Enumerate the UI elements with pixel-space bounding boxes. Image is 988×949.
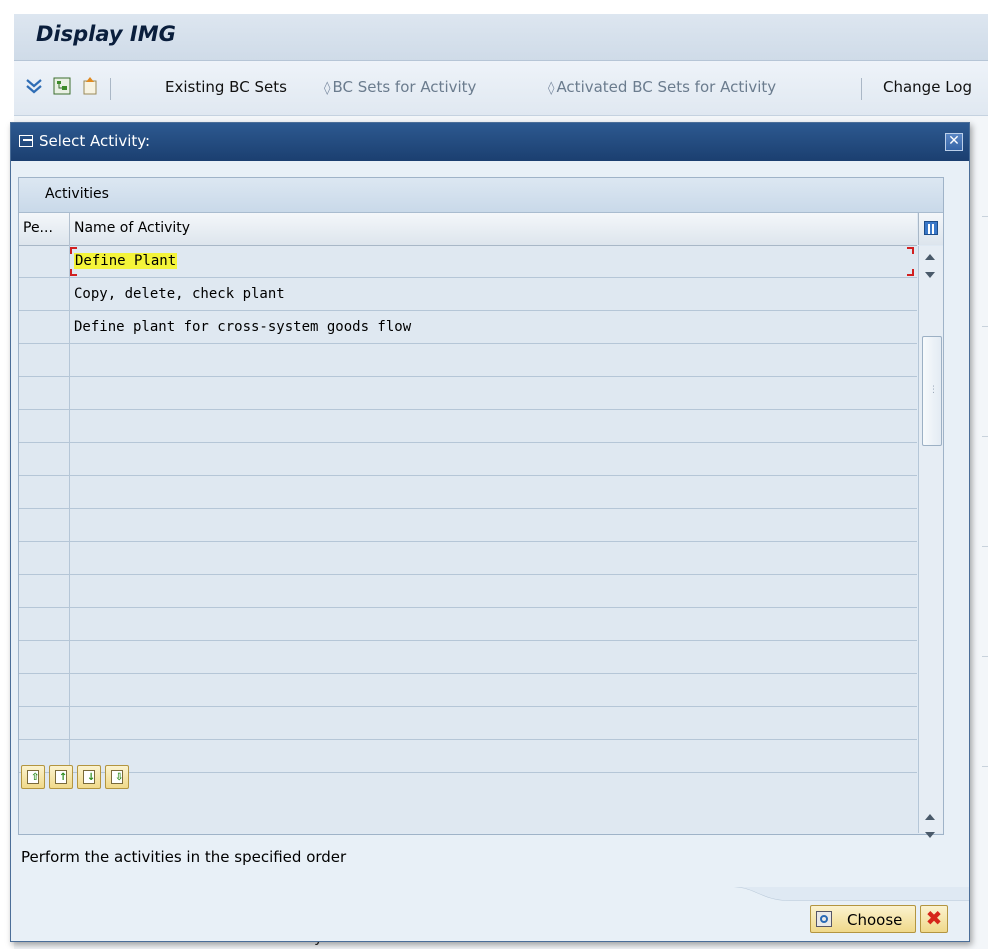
table-row[interactable]: Define Plant <box>19 245 917 278</box>
table-row[interactable]: Copy, delete, check plant <box>19 278 917 311</box>
selection-corner <box>70 269 77 276</box>
table-row-empty <box>19 575 917 608</box>
bc-sets-for-activity-label: BC Sets for Activity <box>332 78 477 96</box>
selection-corner <box>907 269 914 276</box>
last-page-button[interactable]: ⇩ <box>105 765 129 789</box>
activated-bc-sets-button[interactable]: ◊ Activated BC Sets for Activity <box>548 78 776 96</box>
activities-header: Activities <box>19 178 943 213</box>
subtree-icon[interactable] <box>52 76 72 96</box>
scroll-up-icon[interactable] <box>925 814 935 820</box>
table-header: Pe... Name of Activity <box>19 213 917 246</box>
table-row-empty <box>19 509 917 542</box>
choose-button[interactable]: Choose <box>810 905 916 933</box>
row-selector[interactable] <box>19 311 70 343</box>
hint-text: Perform the activities in the specified … <box>21 848 347 866</box>
bc-set-icon: ◊ <box>548 81 555 96</box>
table-row-empty <box>19 674 917 707</box>
change-log-button[interactable]: Change Log <box>883 78 972 96</box>
table-row-empty <box>19 608 917 641</box>
cancel-button[interactable]: ✖ <box>920 905 948 933</box>
document-icon[interactable] <box>80 76 100 96</box>
table-settings-icon <box>924 221 938 235</box>
scroll-down-icon[interactable] <box>925 272 935 278</box>
column-divider <box>69 213 70 245</box>
existing-bc-sets-button[interactable]: Existing BC Sets <box>165 78 287 96</box>
previous-page-button[interactable]: ↑ <box>49 765 73 789</box>
table-row[interactable]: Define plant for cross-system goods flow <box>19 311 917 344</box>
column-header-name[interactable]: Name of Activity <box>74 220 190 236</box>
table-row-empty <box>19 344 917 377</box>
first-page-icon: ⇧ <box>27 770 39 784</box>
dialog-icon <box>19 135 33 147</box>
next-page-button[interactable]: ↓ <box>77 765 101 789</box>
dialog-title: Select Activity: <box>39 132 151 150</box>
scroll-down-icon[interactable] <box>925 832 935 838</box>
activities-table: Pe... Name of Activity Define Plant Copy… <box>19 213 917 833</box>
table-row-empty <box>19 377 917 410</box>
previous-page-icon: ↑ <box>55 770 67 784</box>
selection-corner <box>70 247 77 254</box>
choose-label: Choose <box>847 911 903 929</box>
column-settings-button[interactable] <box>918 213 943 245</box>
scroll-up-icon[interactable] <box>925 254 935 260</box>
choose-icon <box>816 911 832 927</box>
title-bar: Display IMG <box>14 14 988 61</box>
toolbar-separator <box>861 78 862 100</box>
expand-all-icon[interactable] <box>24 76 44 96</box>
grip-icon: ⋮ <box>929 385 938 395</box>
last-page-icon: ⇩ <box>111 770 123 784</box>
select-activity-dialog: Select Activity: ✕ Activities Pe... Name… <box>10 122 970 942</box>
selection-corner <box>907 247 914 254</box>
close-button[interactable]: ✕ <box>945 133 963 151</box>
activities-header-label: Activities <box>45 186 109 202</box>
row-name[interactable]: Define Plant <box>74 253 178 269</box>
table-row-empty <box>19 410 917 443</box>
toolbar-separator <box>110 78 111 100</box>
table-row-empty <box>19 740 917 773</box>
next-page-icon: ↓ <box>83 770 95 784</box>
table-row-empty <box>19 542 917 575</box>
row-name-highlight: Define Plant <box>74 253 178 269</box>
column-header-pe[interactable]: Pe... <box>23 220 53 236</box>
table-row-empty <box>19 476 917 509</box>
page-title: Display IMG <box>36 22 176 46</box>
scroll-thumb[interactable]: ⋮ <box>922 336 942 446</box>
activities-panel: Activities Pe... Name of Activity Define… <box>18 177 944 838</box>
bc-set-icon: ◊ <box>324 81 331 96</box>
table-row-empty <box>19 443 917 476</box>
dialog-titlebar: Select Activity: ✕ <box>11 123 969 161</box>
activated-bc-sets-label: Activated BC Sets for Activity <box>556 78 777 96</box>
row-selector[interactable] <box>19 245 70 277</box>
table-row-empty <box>19 707 917 740</box>
first-page-button[interactable]: ⇧ <box>21 765 45 789</box>
row-name[interactable]: Copy, delete, check plant <box>74 286 285 302</box>
row-selector[interactable] <box>19 278 70 310</box>
app-toolbar: Existing BC Sets ◊ BC Sets for Activity ◊… <box>14 61 988 116</box>
row-name[interactable]: Define plant for cross-system goods flow <box>74 319 411 335</box>
vertical-scrollbar[interactable]: ⋮ <box>918 246 943 838</box>
bc-sets-for-activity-button[interactable]: ◊ BC Sets for Activity <box>324 78 476 96</box>
table-row-empty <box>19 641 917 674</box>
